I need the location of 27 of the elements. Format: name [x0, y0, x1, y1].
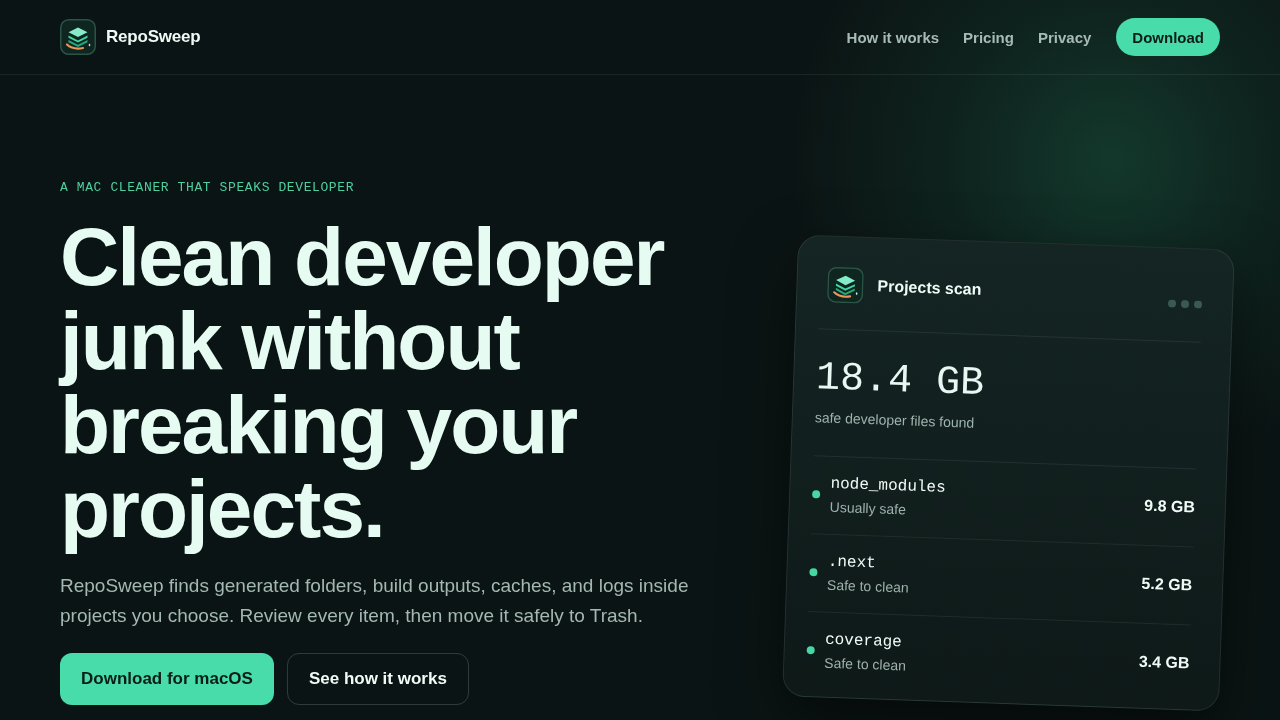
status-dot-icon [812, 490, 821, 499]
app-icon [826, 266, 865, 304]
more-icon[interactable] [1167, 299, 1203, 309]
hero-description: RepoSweep finds generated folders, build outputs, caches, and logs inside projects you choose. Review every item, then move it safely to Trash. [60, 574, 690, 628]
folder-status: Safe to clean [824, 654, 907, 674]
nav-link[interactable]: Privacy [1037, 28, 1092, 46]
folder-size: 9.8 GB [1143, 496, 1196, 517]
card-title: Projects scan [877, 277, 983, 300]
folder-name: coverage [824, 630, 903, 652]
eyebrow-text: A MAC CLEANER THAT SPEAKS DEVELOPER [60, 179, 355, 197]
status-dot-icon [806, 646, 815, 655]
folder-status: Safe to clean [826, 576, 909, 596]
logo-icon [60, 19, 96, 55]
folder-status: Usually safe [829, 498, 907, 518]
folder-name: .next [827, 552, 877, 573]
folder-size: 5.2 GB [1141, 574, 1193, 595]
folder-size: 3.4 GB [1138, 652, 1190, 673]
download-macos-button[interactable]: Download for macOS [60, 653, 274, 705]
brand-name: RepoSweep [106, 27, 201, 47]
total-caption: safe developer files found [814, 409, 975, 431]
download-button[interactable]: Download [1116, 18, 1220, 56]
nav-link[interactable]: Pricing [963, 28, 1014, 46]
nav-link[interactable]: How it works [846, 28, 940, 46]
folder-name: node_modules [830, 474, 946, 497]
how-it-works-button[interactable]: See how it works [286, 653, 469, 705]
total-size: 18.4 GB [815, 355, 985, 408]
status-dot-icon [809, 568, 818, 577]
